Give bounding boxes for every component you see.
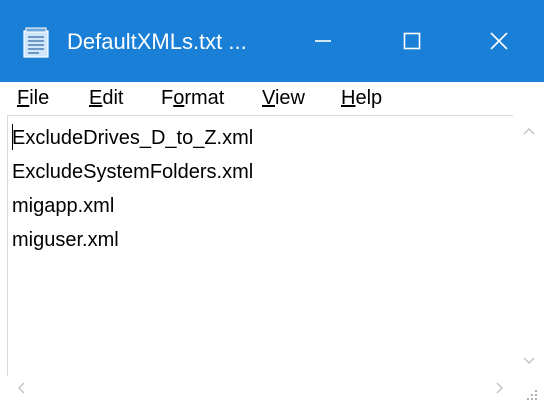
- menu-view[interactable]: View: [262, 84, 305, 112]
- text-line: ExcludeDrives_D_to_Z.xml: [12, 127, 254, 149]
- resize-grip-icon: [513, 390, 544, 407]
- notepad-app-icon[interactable]: [23, 26, 50, 58]
- text-caret: [12, 124, 13, 150]
- close-button[interactable]: [454, 0, 544, 82]
- title-bar[interactable]: DefaultXMLs.txt ...: [0, 0, 544, 82]
- maximize-icon: [402, 31, 422, 51]
- menu-format-pre: F: [161, 87, 174, 109]
- text-line: ExcludeSystemFolders.xml: [12, 161, 254, 183]
- menu-format-label: rmat: [184, 87, 225, 109]
- menu-edit-accel: E: [89, 87, 103, 109]
- vertical-scrollbar[interactable]: [513, 115, 544, 376]
- menu-file[interactable]: File: [17, 84, 49, 112]
- maximize-button[interactable]: [367, 0, 457, 82]
- resize-grip[interactable]: [513, 376, 544, 403]
- menu-format-accel: o: [173, 87, 185, 109]
- close-icon: [489, 31, 509, 51]
- chevron-left-icon: [17, 381, 25, 399]
- minimize-button[interactable]: [278, 0, 368, 82]
- menu-help[interactable]: Help: [341, 84, 382, 112]
- window-title: DefaultXMLs.txt ...: [67, 29, 247, 54]
- menu-file-accel: F: [17, 87, 30, 109]
- menu-edit-label: dit: [102, 87, 124, 109]
- menu-view-label: iew: [274, 87, 305, 109]
- text-line: migapp.xml: [12, 195, 115, 217]
- menu-file-label: ile: [29, 87, 50, 109]
- text-editor[interactable]: ExcludeDrives_D_to_Z.xml ExcludeSystemFol…: [7, 115, 513, 377]
- menu-help-accel: H: [341, 87, 356, 109]
- text-line: miguser.xml: [12, 229, 119, 251]
- scroll-left-button[interactable]: [7, 376, 34, 403]
- horizontal-scrollbar[interactable]: [7, 376, 513, 403]
- chevron-up-icon: [523, 122, 535, 140]
- menu-help-label: elp: [355, 87, 383, 109]
- menu-edit[interactable]: Edit: [89, 84, 123, 112]
- menu-format[interactable]: Format: [161, 84, 224, 112]
- window-left-border: [0, 82, 7, 403]
- scroll-up-button[interactable]: [513, 115, 544, 146]
- scroll-right-button[interactable]: [486, 376, 513, 403]
- chevron-down-icon: [523, 352, 535, 370]
- chevron-right-icon: [496, 381, 504, 399]
- menu-view-accel: V: [262, 87, 275, 109]
- menu-bar: File Edit Format View Help: [0, 82, 544, 114]
- minimize-icon: [313, 31, 333, 51]
- document-text[interactable]: ExcludeDrives_D_to_Z.xml ExcludeSystemFol…: [12, 121, 253, 257]
- scroll-down-button[interactable]: [513, 345, 544, 376]
- notepad-window: DefaultXMLs.txt ... File Edit Format Vie…: [0, 0, 544, 403]
